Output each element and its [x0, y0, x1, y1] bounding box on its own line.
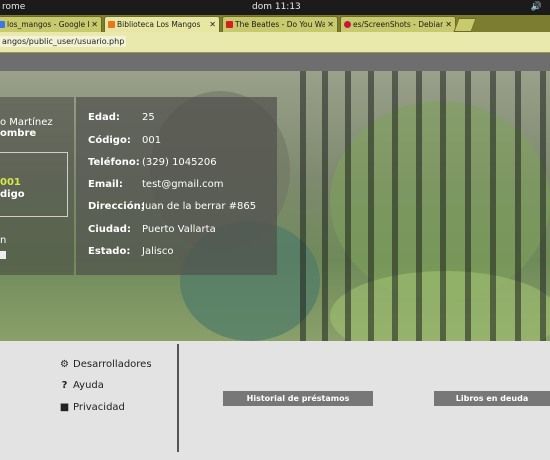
- info-value: Juan de la berrar #865: [142, 201, 257, 212]
- info-label: Email:: [88, 179, 123, 190]
- user-code-label: digo: [0, 189, 25, 200]
- info-label: Estado:: [88, 246, 131, 257]
- youtube-favicon-icon: [226, 21, 233, 28]
- lock-icon: ■: [59, 402, 70, 413]
- user-name-label: ombre: [0, 128, 37, 139]
- debian-favicon-icon: [344, 21, 351, 28]
- link-privacy[interactable]: ■ Privacidad: [59, 401, 125, 415]
- tab-youtube[interactable]: The Beatles - Do You Wa ✕: [222, 16, 338, 33]
- info-row-city: Ciudad: Puerto Vallarta: [88, 223, 216, 237]
- question-icon: ?: [61, 380, 68, 391]
- tab-title: los_mangos - Google Dri: [7, 20, 89, 29]
- google-drive-favicon-icon: [0, 21, 5, 28]
- link-label: Desarrolladores: [73, 359, 152, 370]
- close-tab-icon[interactable]: ✕: [445, 17, 452, 32]
- info-row-email: Email: test@gmail.com: [88, 178, 224, 192]
- browser-tab-strip: los_mangos - Google Dri ✕ Biblioteca Los…: [0, 15, 550, 33]
- fence-bar: [322, 71, 328, 341]
- wrench-icon: ⚙: [60, 359, 69, 370]
- fence-bar: [515, 71, 521, 341]
- fence-bar: [300, 71, 306, 341]
- tab-debian-wiki[interactable]: es/ScreenShots - Debian ✕: [340, 16, 456, 33]
- tab-title: The Beatles - Do You Wa: [235, 20, 325, 29]
- info-value: Jalisco: [142, 246, 174, 257]
- site-favicon-icon: [108, 21, 115, 28]
- profile-card: o Martínez ombre 001 digo n: [0, 97, 74, 275]
- address-bar: angos/public_user/usuario.php: [0, 32, 550, 53]
- clock[interactable]: dom 11:13: [252, 0, 301, 15]
- url-field[interactable]: angos/public_user/usuario.php: [0, 36, 127, 47]
- speaker-icon[interactable]: 🔊: [531, 0, 542, 15]
- user-info-card: Edad: 25 Código: 001 Teléfono: (329) 104…: [76, 97, 277, 275]
- info-value: Puerto Vallarta: [142, 224, 216, 235]
- fence-bar: [490, 71, 496, 341]
- fence-bar: [416, 71, 422, 341]
- active-app-name[interactable]: rome: [2, 0, 25, 15]
- profile-bar: [0, 251, 6, 259]
- link-label: Privacidad: [73, 402, 125, 413]
- link-help[interactable]: ? Ayuda: [59, 379, 104, 393]
- info-label: Código:: [88, 135, 131, 146]
- info-label: Dirección:: [88, 201, 145, 212]
- link-developers[interactable]: ⚙ Desarrolladores: [59, 358, 152, 372]
- user-name: o Martínez: [0, 117, 53, 128]
- fence-bar: [345, 71, 351, 341]
- books-in-debt-button[interactable]: Libros en deuda: [434, 391, 550, 406]
- info-row-code: Código: 001: [88, 134, 161, 148]
- info-row-state: Estado: Jalisco: [88, 245, 173, 259]
- info-value: 25: [142, 112, 155, 123]
- close-tab-icon[interactable]: ✕: [209, 17, 216, 32]
- info-value: (329) 1045206: [142, 157, 217, 168]
- info-label: Teléfono:: [88, 157, 140, 168]
- footer-divider: [177, 344, 179, 452]
- loan-history-button[interactable]: Historial de préstamos: [223, 391, 373, 406]
- close-tab-icon[interactable]: ✕: [327, 17, 334, 32]
- fence-bar: [368, 71, 374, 341]
- profile-extra-text: n: [0, 235, 7, 246]
- system-top-bar: rome dom 11:13 🔊: [0, 0, 550, 15]
- info-value: 001: [142, 135, 162, 146]
- tab-title: Biblioteca Los Mangos: [117, 20, 201, 29]
- user-code-value: 001: [0, 177, 21, 188]
- info-label: Ciudad:: [88, 224, 131, 235]
- tab-biblioteca[interactable]: Biblioteca Los Mangos ✕: [104, 16, 220, 33]
- close-tab-icon[interactable]: ✕: [91, 17, 98, 32]
- tab-title: es/ScreenShots - Debian: [353, 20, 443, 29]
- info-row-age: Edad: 25: [88, 111, 155, 125]
- fence-bar: [465, 71, 471, 341]
- fence-bar: [540, 71, 546, 341]
- info-row-phone: Teléfono: (329) 1045206: [88, 156, 217, 170]
- link-label: Ayuda: [73, 380, 104, 391]
- new-tab-button[interactable]: [453, 18, 477, 32]
- fence-bar: [392, 71, 398, 341]
- info-value: test@gmail.com: [142, 179, 224, 190]
- info-row-address: Dirección: Juan de la berrar #865: [88, 200, 256, 214]
- site-header-strip: [0, 53, 550, 71]
- fence-bar: [440, 71, 446, 341]
- info-label: Edad:: [88, 112, 120, 123]
- tab-google-drive[interactable]: los_mangos - Google Dri ✕: [0, 16, 102, 33]
